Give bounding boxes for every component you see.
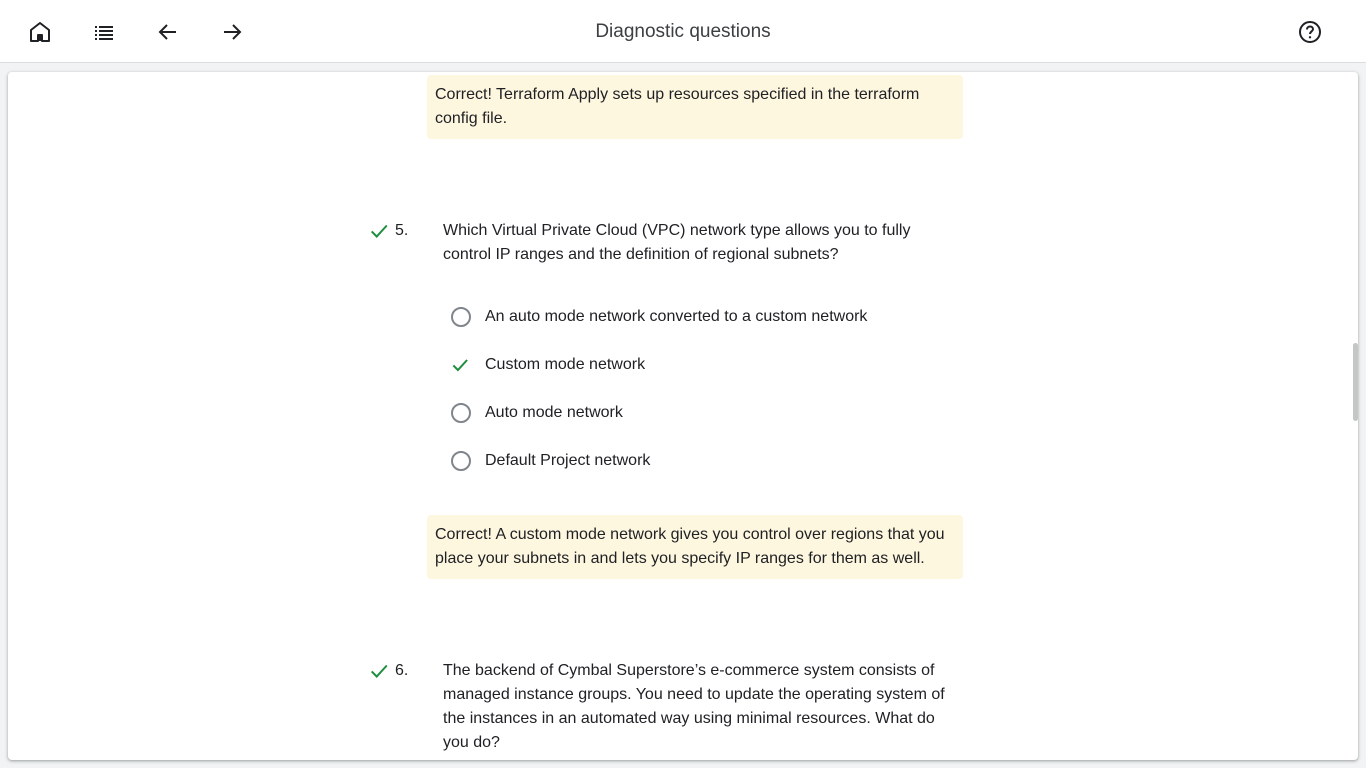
feedback-box: Correct! Terraform Apply sets up resourc… xyxy=(427,75,963,139)
help-button[interactable] xyxy=(1290,12,1330,52)
feedback-box: Correct! A custom mode network gives you… xyxy=(427,515,963,579)
page-title: Diagnostic questions xyxy=(595,21,771,42)
next-button[interactable] xyxy=(212,12,252,52)
option-label: Default Project network xyxy=(485,452,651,469)
question-text: The backend of Cymbal Superstore’s e-com… xyxy=(443,662,945,751)
answer-option-4[interactable]: Default Project network xyxy=(449,447,650,475)
option-label: Auto mode network xyxy=(485,404,623,421)
option-label: Custom mode network xyxy=(485,356,646,373)
feedback-text: Correct! A custom mode network gives you… xyxy=(435,526,945,567)
previous-button[interactable] xyxy=(148,12,188,52)
correct-check-icon xyxy=(368,660,390,682)
arrow-back-icon xyxy=(156,20,180,44)
help-icon xyxy=(1298,20,1322,44)
list-icon xyxy=(92,20,116,44)
radio-button[interactable] xyxy=(451,403,471,423)
answer-option-3[interactable]: Auto mode network xyxy=(449,399,623,427)
selected-check-icon xyxy=(450,355,470,375)
arrow-forward-icon xyxy=(220,20,244,44)
content-card: Correct! Terraform Apply sets up resourc… xyxy=(8,72,1358,760)
question-text: Which Virtual Private Cloud (VPC) networ… xyxy=(443,222,911,263)
outline-button[interactable] xyxy=(84,12,124,52)
feedback-text: Correct! Terraform Apply sets up resourc… xyxy=(435,86,920,127)
correct-check-icon xyxy=(368,220,390,242)
answer-option-2[interactable]: Custom mode network xyxy=(449,351,645,379)
radio-button[interactable] xyxy=(451,307,471,327)
home-icon xyxy=(28,20,52,44)
answer-option-1[interactable]: An auto mode network converted to a cust… xyxy=(449,303,867,331)
home-button[interactable] xyxy=(20,12,60,52)
top-app-bar: Diagnostic questions xyxy=(0,0,1366,63)
scrollbar[interactable] xyxy=(1353,343,1358,421)
question-number: 5. xyxy=(395,222,409,239)
radio-button[interactable] xyxy=(451,451,471,471)
question-number: 6. xyxy=(395,662,409,679)
option-label: An auto mode network converted to a cust… xyxy=(485,308,868,325)
